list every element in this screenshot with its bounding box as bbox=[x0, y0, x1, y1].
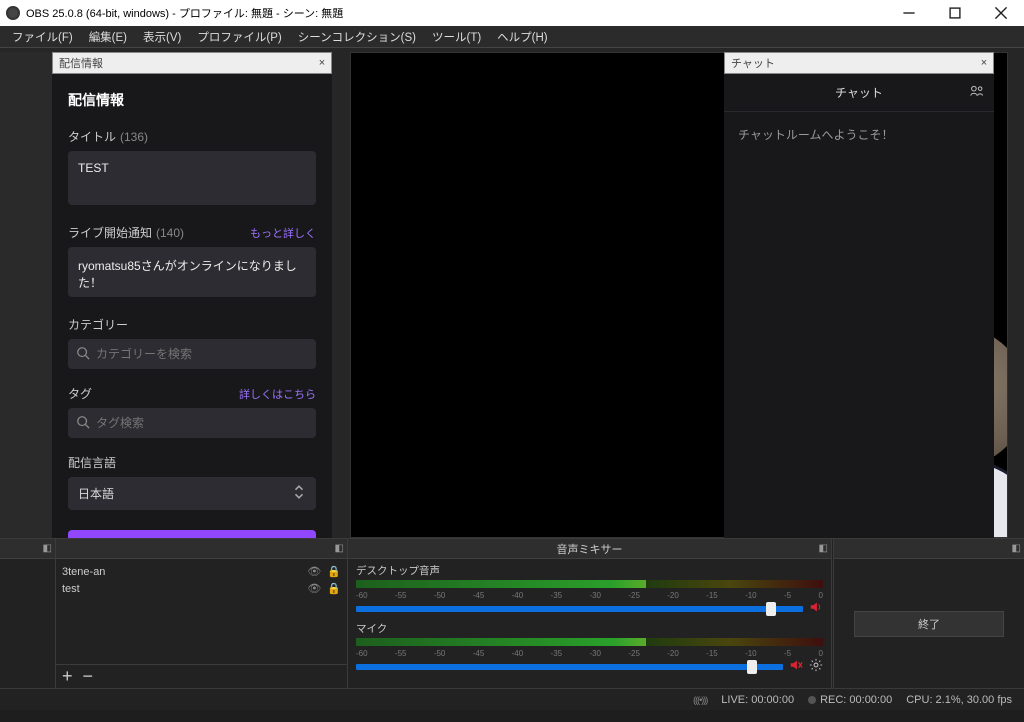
volume-slider[interactable] bbox=[356, 664, 783, 670]
stream-info-heading: 配信情報 bbox=[68, 90, 316, 110]
sources-list[interactable]: 3tene-an 👁 🔒 test 👁 🔒 bbox=[56, 559, 347, 664]
gear-icon[interactable] bbox=[809, 658, 823, 675]
remove-source-button[interactable]: − bbox=[83, 666, 94, 687]
lock-icon[interactable]: 🔒 bbox=[327, 582, 341, 595]
golive-label: ライブ開始通知 (140) もっと詳しく bbox=[68, 224, 316, 241]
statusbar: LIVE: 00:00:00 REC: 00:00:00 CPU: 2.1%, … bbox=[0, 688, 1024, 710]
popout-icon[interactable]: ◧ bbox=[335, 543, 344, 554]
chat-header: チャット bbox=[724, 74, 994, 112]
tags-more-link[interactable]: 詳しくはこちら bbox=[239, 386, 316, 402]
docks-row: ◧ ◧ 3tene-an 👁 🔒 test 👁 🔒 + − bbox=[0, 538, 1024, 688]
left-gutter bbox=[0, 52, 52, 538]
vu-meter bbox=[356, 638, 823, 646]
speaker-icon[interactable] bbox=[809, 600, 823, 617]
mixer-channel-mic: マイク -60-55-50-45-40-35-30-25-20-15-10-50 bbox=[356, 621, 823, 675]
tags-label: タグ 詳しくはこちら bbox=[68, 385, 316, 402]
menubar: ファイル(F) 編集(E) 表示(V) プロファイル(P) シーンコレクション(… bbox=[0, 26, 1024, 48]
controls-dock: ◧ 終了 bbox=[834, 539, 1024, 688]
titlebar: OBS 25.0.8 (64-bit, windows) - プロファイル: 無… bbox=[0, 0, 1024, 26]
category-label: カテゴリー bbox=[68, 316, 316, 333]
tags-search[interactable] bbox=[68, 408, 316, 438]
search-icon bbox=[76, 346, 90, 363]
chat-welcome: チャットルームへようこそ！ bbox=[738, 128, 894, 142]
db-ticks: -60-55-50-45-40-35-30-25-20-15-10-50 bbox=[356, 591, 823, 600]
chat-tab[interactable]: チャット × bbox=[724, 52, 994, 74]
title-input[interactable] bbox=[68, 151, 316, 205]
menu-view[interactable]: 表示(V) bbox=[135, 27, 189, 47]
rec-dot-icon bbox=[808, 696, 816, 704]
menu-file[interactable]: ファイル(F) bbox=[4, 27, 81, 47]
category-search[interactable] bbox=[68, 339, 316, 369]
close-button[interactable] bbox=[978, 0, 1024, 26]
stream-info-tab-close-icon[interactable]: × bbox=[313, 57, 331, 69]
speaker-muted-icon[interactable] bbox=[789, 658, 803, 675]
mixer-dock: 音声ミキサー ◧ デスクトップ音声 -60-55-50-45-40-35-30-… bbox=[348, 539, 832, 688]
lock-icon[interactable]: 🔒 bbox=[327, 565, 341, 578]
menu-profile[interactable]: プロファイル(P) bbox=[189, 27, 289, 47]
title-count: (136) bbox=[120, 130, 148, 144]
sources-header: ◧ bbox=[56, 539, 347, 559]
users-icon[interactable] bbox=[970, 84, 984, 101]
stream-signal-icon bbox=[693, 695, 707, 705]
channel-name: マイク bbox=[356, 621, 387, 636]
tags-search-input[interactable] bbox=[90, 414, 308, 432]
controls-header: ◧ bbox=[834, 539, 1024, 559]
db-ticks: -60-55-50-45-40-35-30-25-20-15-10-50 bbox=[356, 649, 823, 658]
vu-meter bbox=[356, 580, 823, 588]
scenes-header: ◧ bbox=[0, 539, 55, 559]
status-live: LIVE: 00:00:00 bbox=[721, 694, 794, 706]
source-item[interactable]: test 👁 🔒 bbox=[62, 580, 341, 597]
menu-help[interactable]: ヘルプ(H) bbox=[489, 27, 555, 47]
stream-info-tab-label: 配信情報 bbox=[59, 55, 103, 71]
status-cpu: CPU: 2.1%, 30.00 fps bbox=[906, 694, 1012, 706]
chat-body: チャットルームへようこそ！ bbox=[724, 112, 994, 584]
language-label: 配信言語 bbox=[68, 454, 316, 471]
category-search-input[interactable] bbox=[90, 345, 308, 363]
eye-icon[interactable]: 👁 bbox=[307, 565, 321, 578]
window-title: OBS 25.0.8 (64-bit, windows) - プロファイル: 無… bbox=[26, 5, 343, 21]
title-label: タイトル (136) bbox=[68, 128, 316, 145]
mixer-heading: 音声ミキサー bbox=[557, 541, 623, 557]
chat-tab-label: チャット bbox=[731, 55, 775, 71]
menu-edit[interactable]: 編集(E) bbox=[81, 27, 135, 47]
source-name: test bbox=[62, 583, 80, 595]
sources-toolbar: + − bbox=[56, 664, 347, 688]
minimize-button[interactable] bbox=[886, 0, 932, 26]
stream-info-tab[interactable]: 配信情報 × bbox=[52, 52, 332, 74]
chevron-updown-icon bbox=[292, 485, 306, 502]
source-name: 3tene-an bbox=[62, 566, 105, 578]
language-value: 日本語 bbox=[78, 485, 114, 502]
scenes-dock: ◧ bbox=[0, 539, 56, 688]
menu-scene-collection[interactable]: シーンコレクション(S) bbox=[290, 27, 424, 47]
add-source-button[interactable]: + bbox=[62, 666, 73, 687]
search-icon bbox=[76, 415, 90, 432]
maximize-button[interactable] bbox=[932, 0, 978, 26]
exit-button[interactable]: 終了 bbox=[854, 611, 1004, 637]
mixer-channel-desktop: デスクトップ音声 -60-55-50-45-40-35-30-25-20-15-… bbox=[356, 563, 823, 617]
golive-more-link[interactable]: もっと詳しく bbox=[250, 225, 316, 241]
volume-slider[interactable] bbox=[356, 606, 803, 612]
sources-dock: ◧ 3tene-an 👁 🔒 test 👁 🔒 + − bbox=[56, 539, 348, 688]
source-item[interactable]: 3tene-an 👁 🔒 bbox=[62, 563, 341, 580]
language-select[interactable]: 日本語 bbox=[68, 477, 316, 510]
channel-name: デスクトップ音声 bbox=[356, 563, 440, 578]
mixer-header: 音声ミキサー ◧ bbox=[348, 539, 831, 559]
golive-count: (140) bbox=[156, 226, 184, 240]
golive-input[interactable] bbox=[68, 247, 316, 297]
popout-icon[interactable]: ◧ bbox=[819, 543, 828, 554]
popout-icon[interactable]: ◧ bbox=[43, 543, 52, 554]
menu-tools[interactable]: ツール(T) bbox=[424, 27, 489, 47]
status-rec: REC: 00:00:00 bbox=[820, 694, 892, 706]
eye-icon[interactable]: 👁 bbox=[307, 582, 321, 595]
popout-icon[interactable]: ◧ bbox=[1012, 543, 1021, 554]
main-area: 配信情報 × 配信情報 タイトル (136) ライブ開始通知 (140) もっと… bbox=[0, 48, 1024, 688]
chat-tab-close-icon[interactable]: × bbox=[975, 57, 993, 69]
obs-logo-icon bbox=[6, 6, 20, 20]
chat-heading: チャット bbox=[835, 84, 883, 101]
